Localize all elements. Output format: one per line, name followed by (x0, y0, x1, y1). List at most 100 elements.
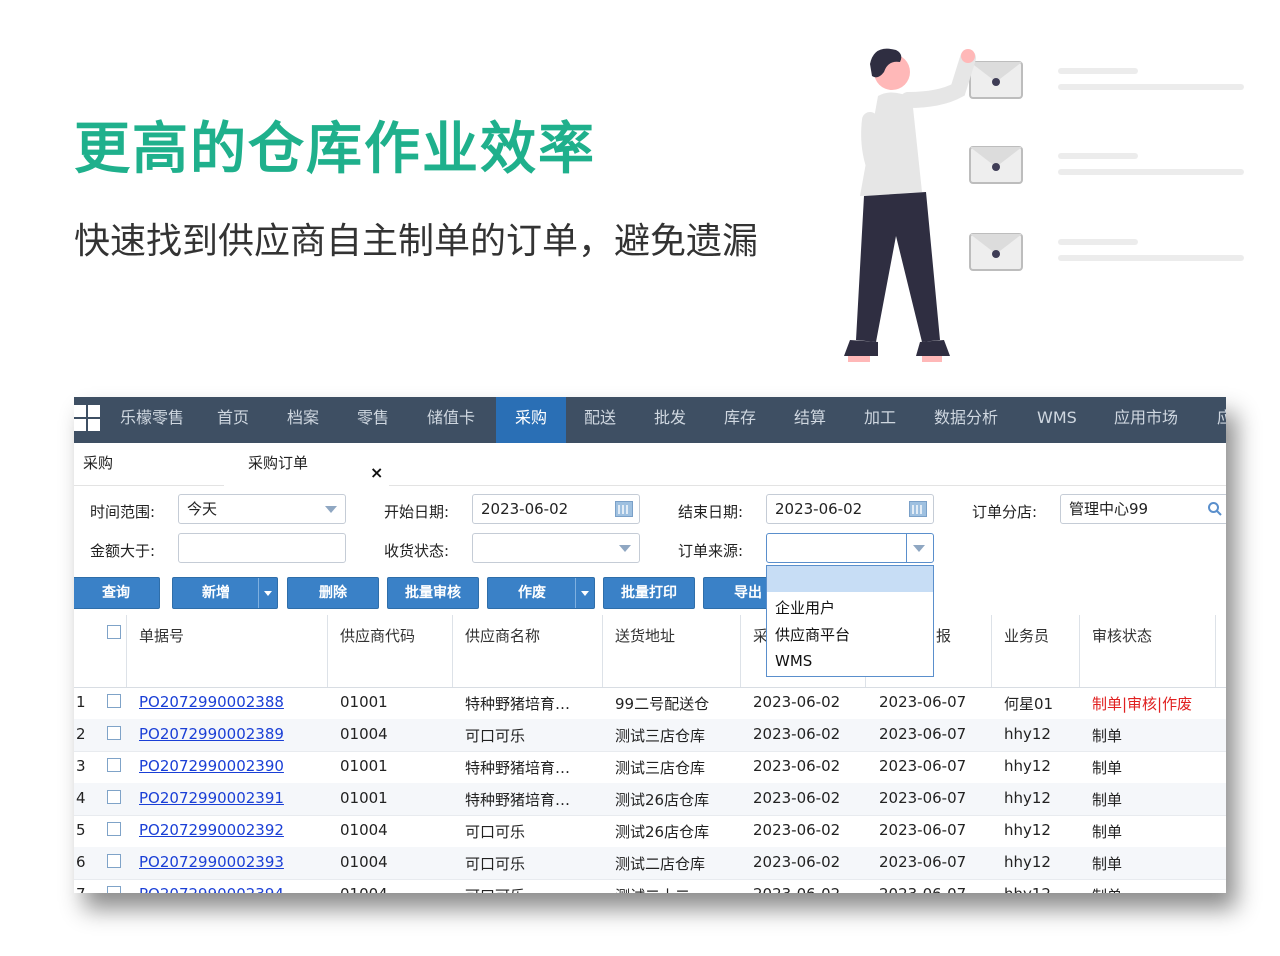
order-number-link[interactable]: PO2072990002389 (139, 725, 284, 743)
tab-purchase-order[interactable]: 采购订单 × (224, 443, 389, 486)
order-number-link[interactable]: PO2072990002392 (139, 821, 284, 839)
col-supplier-name[interactable]: 供应商名称 (465, 625, 540, 646)
supplier-code: 01001 (340, 789, 388, 807)
delete-button[interactable]: 删除 (287, 577, 379, 609)
table-row[interactable]: 6 PO2072990002393 01004 可口可乐 测试二店仓库 2023-06-0… (74, 847, 1226, 880)
row-checkbox[interactable] (107, 854, 121, 868)
add-button-label: 新增 (202, 585, 230, 601)
supplier-code: 01001 (340, 757, 388, 775)
void-button-label: 作废 (518, 585, 546, 601)
time-range-select[interactable]: 今天 (178, 494, 346, 524)
add-dropdown-toggle[interactable] (258, 578, 277, 608)
dropdown-option-wms[interactable]: WMS (775, 652, 812, 670)
nav-item-retail[interactable]: 零售 (357, 397, 389, 443)
report-date: 2023-06-07 (879, 725, 967, 743)
col-staff[interactable]: 业务员 (1004, 625, 1049, 646)
staff-name: hhy12 (1004, 757, 1051, 775)
delivery-address: 测试二店仓库 (615, 855, 706, 873)
col-supplier-code[interactable]: 供应商代码 (340, 625, 415, 646)
branch-field[interactable]: 管理中心99 (1060, 494, 1226, 524)
calendar-icon[interactable] (909, 501, 927, 517)
batch-print-button[interactable]: 批量打印 (603, 577, 695, 609)
query-button[interactable]: 查询 (74, 577, 160, 609)
nav-item-inventory[interactable]: 库存 (724, 397, 756, 443)
col-audit-status[interactable]: 审核状态 (1092, 625, 1152, 646)
dropdown-option-enterprise-user[interactable]: 企业用户 (775, 597, 835, 618)
row-number: 4 (76, 789, 86, 807)
col-order-no[interactable]: 单据号 (139, 625, 184, 646)
tab-bar: 采购 采购订单 × (74, 443, 1226, 486)
report-date: 2023-06-07 (879, 853, 967, 871)
nav-item-data-analysis[interactable]: 数据分析 (934, 397, 998, 443)
nav-item-more[interactable]: 应 (1217, 397, 1226, 443)
row-checkbox[interactable] (107, 822, 121, 836)
order-number-link[interactable]: PO2072990002393 (139, 853, 284, 871)
void-button[interactable]: 作废 (487, 577, 595, 609)
amount-input[interactable] (178, 533, 346, 563)
close-icon[interactable]: × (370, 453, 383, 493)
tab-purchase-group[interactable]: 采购 (83, 443, 113, 484)
table-row[interactable]: 4 PO2072990002391 01001 特种野猪培育… 测试26店仓库 2023-… (74, 783, 1226, 816)
nav-brand[interactable]: 乐檬零售 (120, 397, 184, 443)
nav-item-home[interactable]: 首页 (217, 397, 249, 443)
report-date: 2023-06-07 (879, 789, 967, 807)
staff-name: hhy12 (1004, 725, 1051, 743)
grid-menu-icon[interactable] (74, 405, 102, 433)
order-number-link[interactable]: PO2072990002394 (139, 885, 284, 893)
calendar-icon[interactable] (615, 501, 633, 517)
audit-status: 制单 (1092, 727, 1123, 745)
row-number: 2 (76, 725, 86, 743)
top-nav: 乐檬零售 首页 档案 零售 储值卡 采购 配送 批发 库存 结算 加工 数据分析… (74, 397, 1226, 443)
row-checkbox[interactable] (107, 790, 121, 804)
delivery-address: 测试三店仓库 (615, 727, 706, 745)
nav-item-wms[interactable]: WMS (1037, 397, 1077, 443)
void-dropdown-toggle[interactable] (575, 578, 594, 608)
nav-item-settlement[interactable]: 结算 (794, 397, 826, 443)
table-row[interactable]: 1 PO2072990002388 01001 特种野猪培育… 99二号配送仓 2023-… (74, 687, 1226, 720)
table-row[interactable]: 5 PO2072990002392 01004 可口可乐 测试26店仓库 2023-06-… (74, 815, 1226, 848)
supplier-name: 可口可乐 (465, 823, 526, 841)
search-icon[interactable] (1207, 501, 1223, 517)
nav-item-processing[interactable]: 加工 (864, 397, 896, 443)
select-all-checkbox[interactable] (107, 625, 121, 639)
row-checkbox[interactable] (107, 694, 121, 708)
order-grid: 单据号 供应商代码 供应商名称 送货地址 采 报 业务员 审核状态 1 PO207… (74, 615, 1226, 893)
start-date-field[interactable]: 2023-06-02 (472, 494, 640, 524)
dropdown-option-blank[interactable] (767, 566, 933, 592)
staff-name: hhy12 (1004, 885, 1051, 893)
dropdown-option-supplier-platform[interactable]: 供应商平台 (775, 624, 850, 645)
delivery-address: 测试26店仓库 (615, 823, 710, 841)
order-source-select[interactable] (766, 533, 934, 563)
nav-item-delivery[interactable]: 配送 (584, 397, 616, 443)
row-checkbox[interactable] (107, 886, 121, 893)
staff-name: hhy12 (1004, 789, 1051, 807)
nav-item-app-market[interactable]: 应用市场 (1114, 397, 1178, 443)
nav-item-wholesale[interactable]: 批发 (654, 397, 686, 443)
table-row[interactable]: 7 PO2072990002394 01004 可口可乐 测试二十二 2023-06-02… (74, 879, 1226, 893)
row-checkbox[interactable] (107, 726, 121, 740)
report-date: 2023-06-07 (879, 757, 967, 775)
order-number-link[interactable]: PO2072990002391 (139, 789, 284, 807)
branch-label: 订单分店: (972, 503, 1038, 521)
col-report-date[interactable]: 报 (936, 625, 951, 646)
supplier-name: 可口可乐 (465, 727, 526, 745)
batch-audit-button[interactable]: 批量审核 (387, 577, 479, 609)
col-delivery-address[interactable]: 送货地址 (615, 625, 675, 646)
chevron-down-icon (619, 545, 631, 552)
row-checkbox[interactable] (107, 758, 121, 772)
purchase-date: 2023-06-02 (753, 693, 841, 711)
receive-status-select[interactable] (472, 533, 640, 563)
add-button[interactable]: 新增 (172, 577, 278, 609)
nav-item-purchase[interactable]: 采购 (496, 397, 566, 443)
row-number: 3 (76, 757, 86, 775)
nav-item-stored-card[interactable]: 储值卡 (427, 397, 475, 443)
order-number-link[interactable]: PO2072990002390 (139, 757, 284, 775)
branch-value: 管理中心99 (1069, 500, 1149, 518)
receive-status-label: 收货状态: (384, 542, 450, 560)
order-number-link[interactable]: PO2072990002388 (139, 693, 284, 711)
table-row[interactable]: 2 PO2072990002389 01004 可口可乐 测试三店仓库 2023-06-0… (74, 719, 1226, 752)
row-number: 1 (76, 693, 86, 711)
table-row[interactable]: 3 PO2072990002390 01001 特种野猪培育… 测试三店仓库 2023-0… (74, 751, 1226, 784)
nav-item-archive[interactable]: 档案 (287, 397, 319, 443)
end-date-field[interactable]: 2023-06-02 (766, 494, 934, 524)
